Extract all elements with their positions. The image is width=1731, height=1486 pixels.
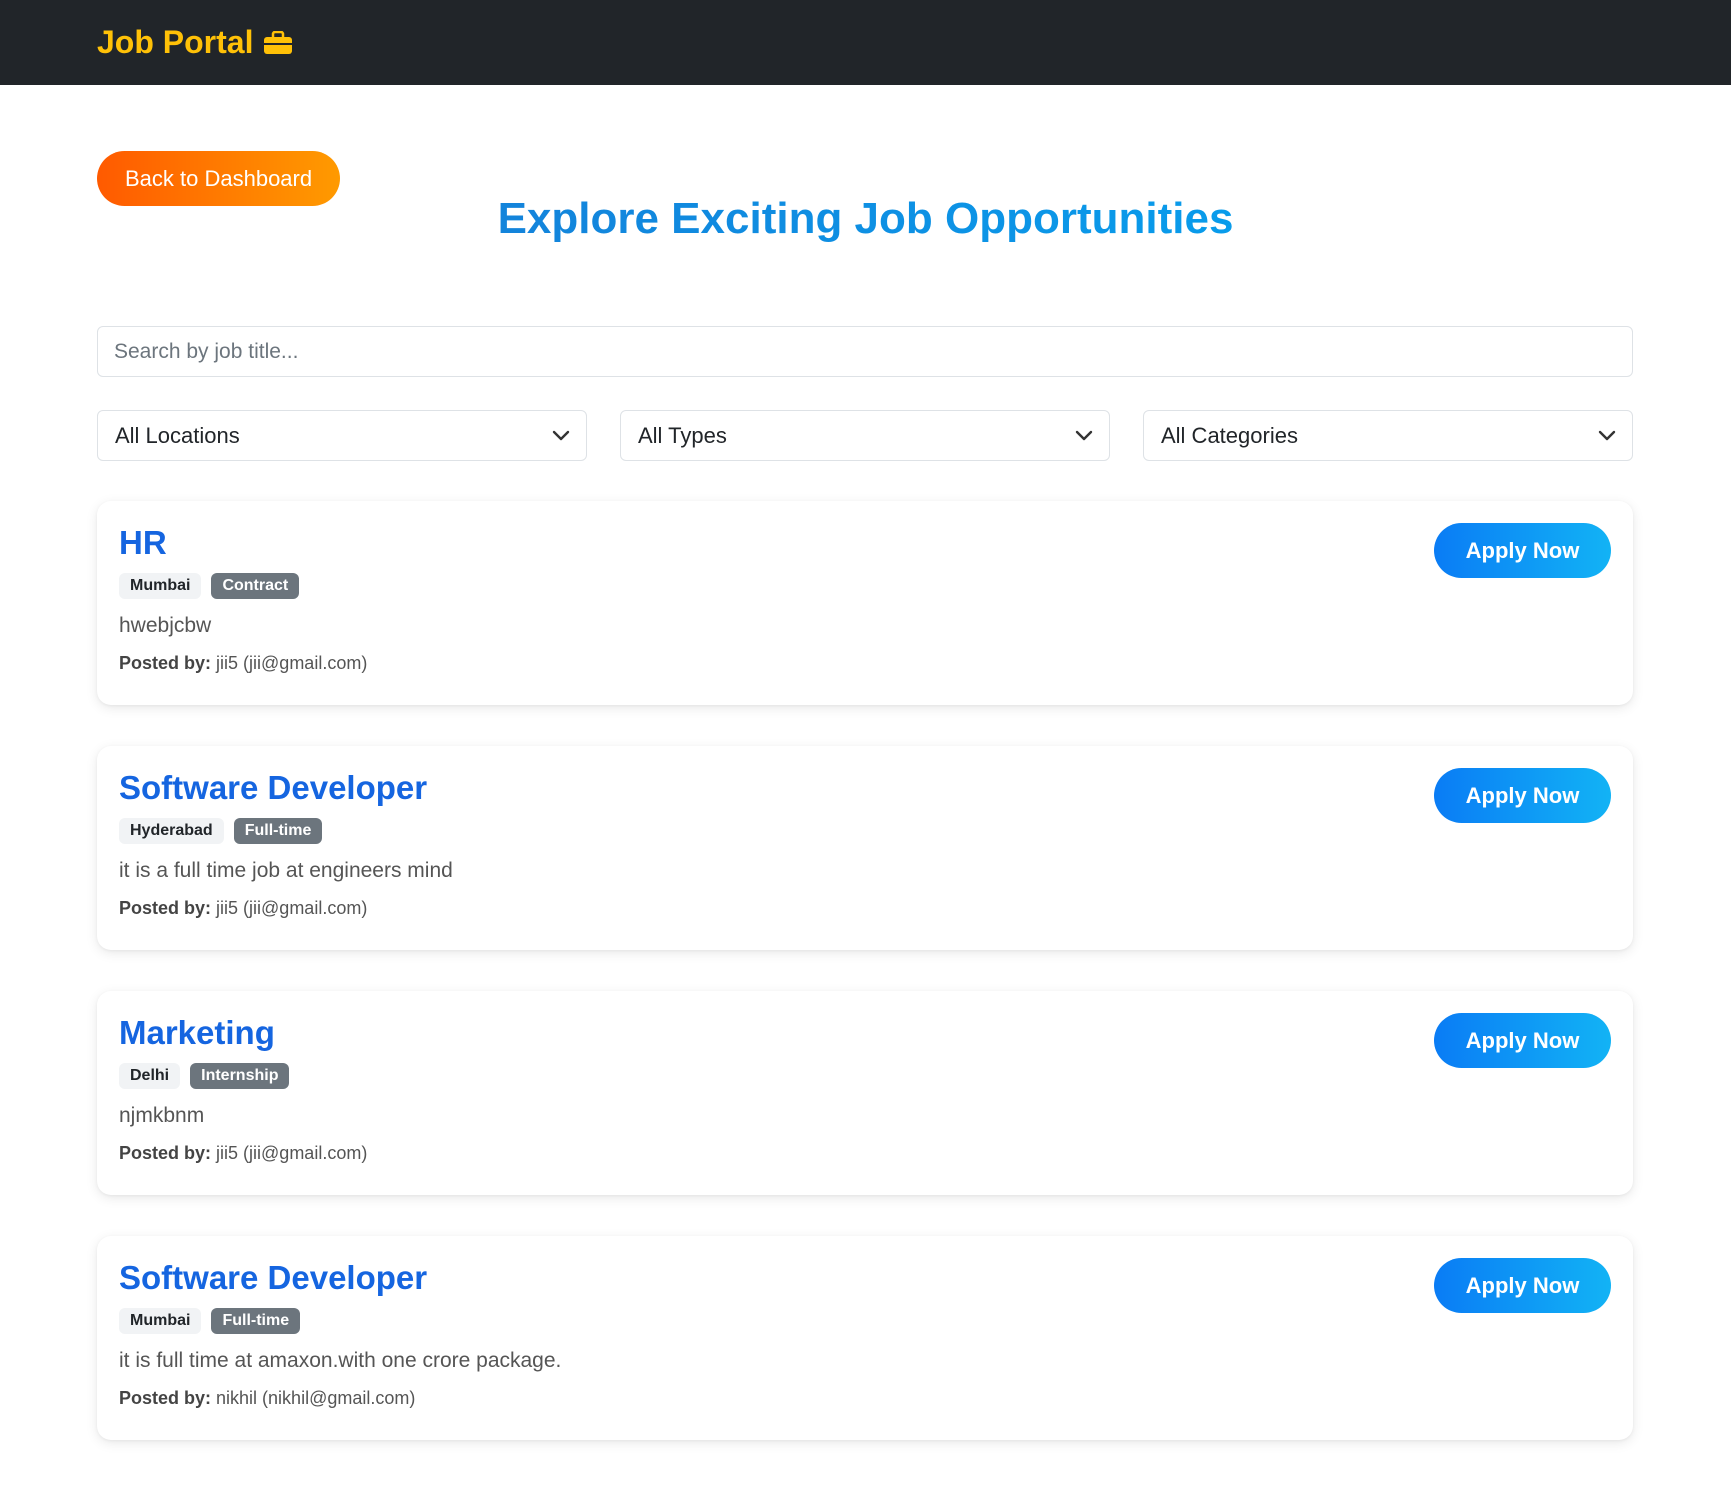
posted-by-value: jii5 (jii@gmail.com) [216,1143,368,1163]
posted-by-label: Posted by: [119,1388,212,1408]
job-badges: Mumbai Full-time [119,1308,1611,1334]
location-select[interactable]: All Locations [97,410,587,461]
page-title: Explore Exciting Job Opportunities [97,189,1634,249]
apply-now-button[interactable]: Apply Now [1434,523,1611,578]
apply-now-button[interactable]: Apply Now [1434,1258,1611,1313]
location-badge: Mumbai [119,573,202,599]
job-posted-by: Posted by: jii5 (jii@gmail.com) [119,898,1611,919]
posted-by-value: nikhil (nikhil@gmail.com) [216,1388,416,1408]
posted-by-label: Posted by: [119,898,212,918]
job-card: Software Developer Mumbai Full-time it i… [97,1236,1633,1440]
location-badge: Delhi [119,1063,181,1089]
job-badges: Mumbai Contract [119,573,1611,599]
job-badges: Hyderabad Full-time [119,818,1611,844]
location-badge: Hyderabad [119,818,224,844]
job-posted-by: Posted by: nikhil (nikhil@gmail.com) [119,1388,1611,1409]
posted-by-label: Posted by: [119,1143,212,1163]
job-type-badge: Contract [211,573,300,599]
posted-by-value: jii5 (jii@gmail.com) [216,653,368,673]
apply-now-button[interactable]: Apply Now [1434,768,1611,823]
job-title[interactable]: Software Developer [119,768,1611,808]
type-select-value: All Types [638,422,727,448]
job-type-badge: Full-time [233,818,323,844]
location-select-value: All Locations [115,422,240,448]
job-title[interactable]: Marketing [119,1013,1611,1053]
chevron-down-icon [552,430,570,440]
job-type-badge: Full-time [211,1308,301,1334]
job-description: it is full time at amaxon.with one crore… [119,1349,562,1372]
brand-title: Job Portal [97,24,254,60]
job-list: HR Mumbai Contract hwebjcbw Posted by: j… [97,501,1633,1481]
briefcase-icon [264,30,293,54]
chevron-down-icon [1075,430,1093,440]
job-title[interactable]: HR [119,523,1611,563]
category-select[interactable]: All Categories [1143,410,1633,461]
job-description: njmkbnm [119,1104,205,1127]
job-type-badge: Internship [190,1063,290,1089]
category-select-value: All Categories [1161,422,1298,448]
job-description: hwebjcbw [119,614,212,637]
filters-row: All Locations All Types All Categories [97,410,1633,461]
location-badge: Mumbai [119,1308,202,1334]
search-input[interactable] [97,326,1633,377]
posted-by-label: Posted by: [119,653,212,673]
job-badges: Delhi Internship [119,1063,1611,1089]
type-select[interactable]: All Types [620,410,1110,461]
brand[interactable]: Job Portal [97,24,293,61]
navbar: Job Portal [0,0,1731,85]
job-card: Marketing Delhi Internship njmkbnm Poste… [97,991,1633,1195]
apply-now-button[interactable]: Apply Now [1434,1013,1611,1068]
job-card: Software Developer Hyderabad Full-time i… [97,746,1633,950]
job-card: HR Mumbai Contract hwebjcbw Posted by: j… [97,501,1633,705]
posted-by-value: jii5 (jii@gmail.com) [216,898,368,918]
chevron-down-icon [1598,430,1616,440]
job-title[interactable]: Software Developer [119,1258,1611,1298]
job-posted-by: Posted by: jii5 (jii@gmail.com) [119,1143,1611,1164]
job-description: it is a full time job at engineers mind [119,859,453,882]
job-posted-by: Posted by: jii5 (jii@gmail.com) [119,653,1611,674]
